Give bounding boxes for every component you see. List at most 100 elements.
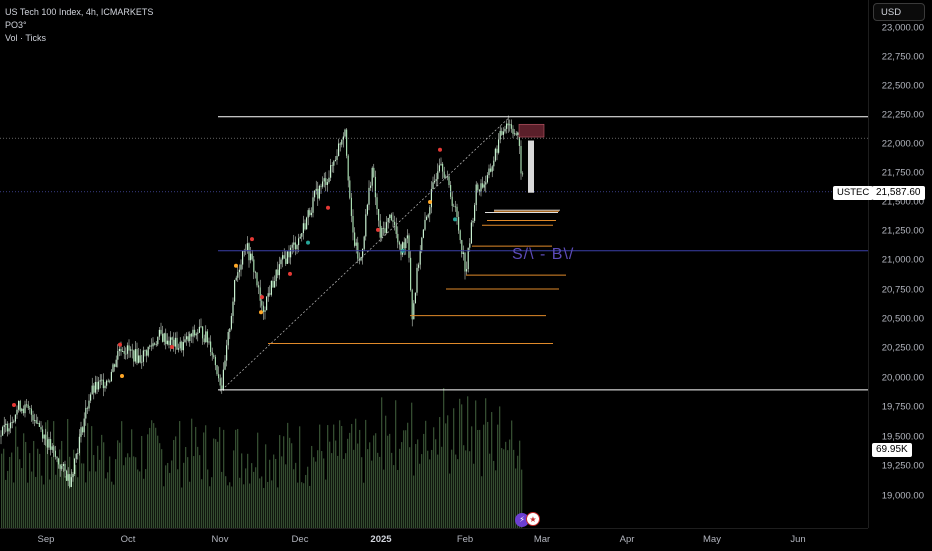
candle-body bbox=[27, 404, 29, 409]
volume-bar bbox=[13, 482, 15, 528]
price-tick: 21,750.00 bbox=[881, 167, 924, 179]
volume-bar bbox=[265, 444, 267, 528]
po3-marker bbox=[120, 374, 124, 378]
candle-body bbox=[139, 355, 141, 363]
candle-body bbox=[299, 236, 301, 239]
candle-body bbox=[291, 244, 293, 248]
volume-bar bbox=[31, 471, 33, 528]
candle-body bbox=[464, 252, 466, 272]
volume-bar bbox=[473, 463, 475, 528]
candle-body bbox=[398, 242, 400, 245]
candle-body bbox=[507, 123, 509, 126]
candle-body bbox=[520, 145, 522, 174]
volume-bar bbox=[415, 444, 417, 528]
volume-bar bbox=[175, 436, 177, 528]
candle-body bbox=[32, 414, 34, 421]
candle-body bbox=[50, 439, 52, 450]
candle-body bbox=[451, 196, 453, 206]
volume-bar bbox=[351, 423, 353, 528]
volume-bar bbox=[153, 423, 155, 528]
volume-bar bbox=[443, 388, 445, 528]
candle-body bbox=[328, 177, 330, 183]
candle-body bbox=[488, 168, 490, 176]
volume-bar bbox=[261, 476, 263, 528]
candle-body bbox=[443, 171, 445, 178]
price-tick: 19,750.00 bbox=[881, 401, 924, 413]
candle-body bbox=[416, 267, 418, 293]
volume-bar bbox=[55, 474, 57, 528]
chart-annotation[interactable]: S/\ - B\/ bbox=[512, 246, 574, 264]
volume-bar bbox=[345, 453, 347, 528]
candle-body bbox=[285, 258, 287, 264]
candle-body bbox=[330, 165, 332, 178]
volume-bar bbox=[433, 427, 435, 528]
volume-bar bbox=[349, 432, 351, 528]
candle-body bbox=[275, 269, 277, 282]
volume-bar bbox=[385, 415, 387, 528]
volume-bar bbox=[111, 481, 113, 528]
po3-marker bbox=[170, 345, 174, 349]
candle-body bbox=[352, 215, 354, 233]
po3-marker bbox=[438, 147, 442, 152]
candle-body bbox=[211, 352, 213, 356]
volume-bar bbox=[337, 455, 339, 528]
volume-bar bbox=[177, 469, 179, 528]
candle-body bbox=[494, 148, 496, 161]
chart-legend: US Tech 100 Index, 4h, ICMARKETS PO3° Vo… bbox=[5, 6, 153, 45]
volume-bar bbox=[25, 441, 27, 528]
price-chart[interactable] bbox=[0, 0, 868, 528]
candle-body bbox=[35, 420, 37, 424]
volume-bar bbox=[483, 424, 485, 528]
candle-body bbox=[450, 185, 452, 197]
event-markers[interactable]: ⚡ ★ bbox=[515, 509, 540, 527]
po3-marker bbox=[453, 217, 457, 222]
candle-body bbox=[186, 336, 188, 340]
time-axis[interactable]: Sep Oct Nov Dec 2025 Feb Mar Apr May Jun bbox=[0, 528, 868, 551]
candle-body bbox=[435, 179, 437, 181]
time-tick: Feb bbox=[456, 534, 474, 545]
candle-body bbox=[347, 155, 349, 181]
candle-body bbox=[310, 212, 312, 216]
candle-body bbox=[170, 337, 172, 345]
price-tick: 20,500.00 bbox=[881, 313, 924, 325]
volume-bar bbox=[109, 456, 111, 528]
candle-body bbox=[136, 349, 138, 363]
volume-bar bbox=[101, 434, 103, 528]
volume-bar bbox=[77, 477, 79, 528]
indicator-po3[interactable]: PO3° bbox=[5, 19, 153, 32]
candle-body bbox=[498, 139, 500, 153]
symbol-title[interactable]: US Tech 100 Index, 4h, ICMARKETS bbox=[5, 6, 153, 19]
candle-body bbox=[419, 250, 421, 265]
candle-body bbox=[483, 184, 485, 188]
candle-body bbox=[101, 379, 103, 381]
candle-body bbox=[173, 339, 175, 347]
volume-bar bbox=[493, 460, 495, 528]
po3-marker bbox=[376, 227, 380, 232]
candle-body bbox=[214, 356, 216, 366]
volume-bar bbox=[511, 420, 513, 528]
candle-body bbox=[384, 228, 386, 233]
candle-body bbox=[62, 463, 64, 467]
candle-body bbox=[75, 453, 77, 459]
candle-body bbox=[222, 369, 224, 391]
candle-body bbox=[14, 414, 16, 422]
candle-body bbox=[0, 435, 2, 437]
candle-body bbox=[91, 385, 93, 395]
volume-bar bbox=[319, 424, 321, 528]
candle-body bbox=[338, 143, 340, 156]
indicator-volume[interactable]: Vol · Ticks bbox=[5, 32, 153, 45]
candle-body bbox=[16, 409, 18, 415]
price-tick: 20,250.00 bbox=[881, 342, 924, 354]
candle-body bbox=[466, 269, 468, 272]
candle-body bbox=[131, 349, 133, 351]
volume-bar bbox=[51, 456, 53, 528]
price-tick: 19,250.00 bbox=[881, 460, 924, 472]
candle-body bbox=[109, 381, 111, 382]
volume-bar bbox=[35, 476, 37, 528]
us-flag-icon[interactable]: ★ bbox=[526, 512, 540, 526]
candle-body bbox=[216, 365, 218, 375]
price-tick: 22,000.00 bbox=[881, 138, 924, 150]
volume-bar bbox=[445, 423, 447, 528]
volume-bar bbox=[399, 448, 401, 528]
candle-body bbox=[6, 423, 8, 432]
